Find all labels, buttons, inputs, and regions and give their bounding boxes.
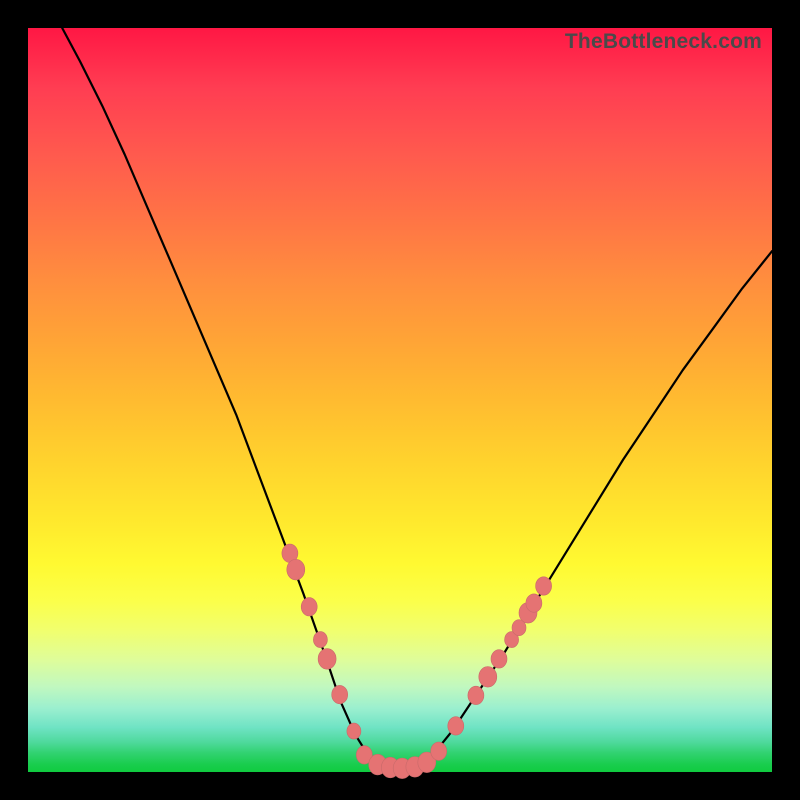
curve-layer xyxy=(28,28,772,772)
chart-frame: TheBottleneck.com xyxy=(0,0,800,800)
plot-area: TheBottleneck.com xyxy=(28,28,772,772)
watermark-text: TheBottleneck.com xyxy=(565,30,762,54)
bottleneck-curve xyxy=(62,28,772,768)
data-markers xyxy=(282,544,552,779)
